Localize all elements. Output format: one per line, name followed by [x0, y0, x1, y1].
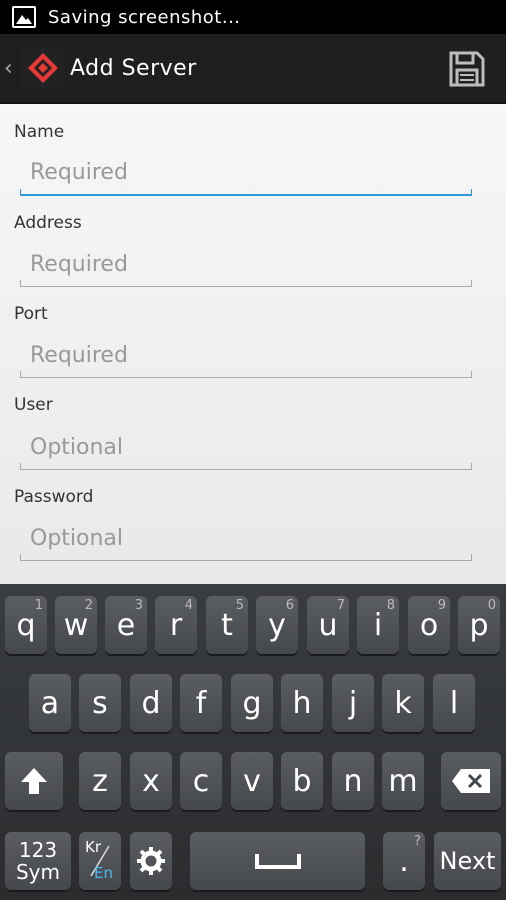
space-key[interactable] [190, 832, 365, 890]
shift-arrow-icon [21, 768, 47, 794]
port-field-underline [20, 371, 472, 378]
settings-key[interactable] [130, 832, 172, 890]
key-j[interactable]: j [332, 674, 374, 732]
key-c[interactable]: c [180, 752, 222, 810]
password-field[interactable] [20, 518, 472, 558]
key-a[interactable]: a [29, 674, 71, 732]
key-e[interactable]: 3e [105, 596, 147, 654]
backspace-icon [452, 769, 490, 793]
key-t[interactable]: 5t [206, 596, 248, 654]
shift-key[interactable] [5, 752, 63, 810]
name-field-underline [20, 189, 472, 196]
period-key[interactable]: ?. [383, 832, 425, 890]
gear-icon [137, 847, 165, 875]
name-field[interactable] [20, 152, 472, 192]
key-l[interactable]: l [433, 674, 475, 732]
key-s[interactable]: s [79, 674, 121, 732]
page-title: Add Server [70, 55, 197, 81]
port-field[interactable] [20, 335, 472, 375]
key-m[interactable]: m [382, 752, 424, 810]
floppy-disk-icon [449, 51, 485, 87]
key-v[interactable]: v [231, 752, 273, 810]
address-field[interactable] [20, 244, 472, 284]
address-field-underline [20, 280, 472, 287]
soft-keyboard: 1q 2w 3e 4r 5t 6y 7u 8i 9o 0p a s d f g … [0, 584, 506, 900]
password-label: Password [14, 487, 94, 507]
symbols-key[interactable]: 123 Sym [5, 832, 71, 890]
space-bar-icon [254, 854, 301, 869]
next-key[interactable]: Next [434, 832, 501, 890]
key-g[interactable]: g [231, 674, 273, 732]
key-z[interactable]: z [79, 752, 121, 810]
key-y[interactable]: 6y [256, 596, 298, 654]
port-label: Port [14, 304, 48, 324]
back-chevron-icon[interactable]: ‹ [4, 56, 22, 81]
user-label: User [14, 395, 53, 415]
backspace-key[interactable] [441, 752, 501, 810]
address-label: Address [14, 213, 82, 233]
server-form: Name Address Port User Password [0, 104, 506, 584]
save-button[interactable] [448, 50, 486, 88]
key-q[interactable]: 1q [5, 596, 47, 654]
image-notification-icon [12, 6, 36, 28]
key-o[interactable]: 9o [408, 596, 450, 654]
name-label: Name [14, 122, 65, 142]
key-n[interactable]: n [332, 752, 374, 810]
status-bar: Saving screenshot... [0, 0, 506, 34]
user-field-underline [20, 463, 472, 470]
key-i[interactable]: 8i [357, 596, 399, 654]
key-f[interactable]: f [180, 674, 222, 732]
key-r[interactable]: 4r [155, 596, 197, 654]
key-d[interactable]: d [130, 674, 172, 732]
key-w[interactable]: 2w [55, 596, 97, 654]
action-bar: ‹ Add Server [0, 34, 506, 104]
language-switch-key[interactable]: Kr En [79, 832, 121, 890]
key-h[interactable]: h [281, 674, 323, 732]
key-x[interactable]: x [130, 752, 172, 810]
password-field-underline [20, 554, 472, 561]
key-k[interactable]: k [382, 674, 424, 732]
key-u[interactable]: 7u [307, 596, 349, 654]
status-notification-text: Saving screenshot... [48, 6, 241, 28]
key-p[interactable]: 0p [458, 596, 500, 654]
app-logo-icon[interactable] [22, 47, 64, 89]
user-field[interactable] [20, 427, 472, 467]
key-b[interactable]: b [281, 752, 323, 810]
